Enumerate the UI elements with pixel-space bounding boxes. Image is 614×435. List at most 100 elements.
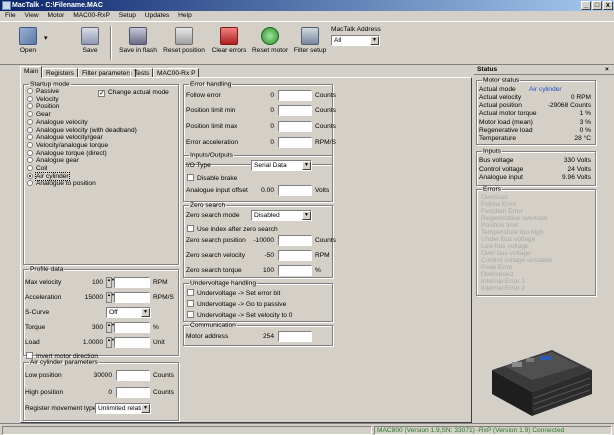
undervoltage-velocity-checkbox[interactable]: Undervoltage -> Set velocity to 0 bbox=[187, 311, 292, 321]
save-in-flash-label: Save in flash bbox=[119, 47, 157, 54]
zero-search-velocity-value[interactable]: -50 bbox=[240, 251, 274, 261]
maximize-button[interactable]: □ bbox=[592, 1, 602, 10]
status-row-label: Actual position bbox=[479, 102, 522, 110]
actual-mode-value: Air cylinder bbox=[529, 86, 562, 93]
position-limit-min-input[interactable] bbox=[278, 105, 312, 116]
input-row: Control voltage 24 Volts bbox=[479, 166, 591, 174]
acceleration-input[interactable] bbox=[114, 292, 150, 303]
connection-status: MAC800 (Version 1.9,SN: 33071) -RxP (Ver… bbox=[374, 426, 612, 435]
undervoltage-passive-checkbox[interactable]: Undervoltage -> Go to passive bbox=[187, 300, 286, 310]
menu-updates[interactable]: Updates bbox=[145, 12, 170, 19]
reset-position-button[interactable]: Reset position bbox=[161, 25, 207, 63]
max-velocity-value[interactable]: 100 bbox=[70, 278, 103, 288]
status-row: Actual motor torque 1 % bbox=[479, 110, 591, 118]
torque-label: Torque bbox=[25, 324, 46, 331]
mactalk-address-select[interactable]: All ▼ bbox=[331, 35, 380, 46]
load-stepper[interactable]: ▲▼ bbox=[106, 337, 115, 348]
max-velocity-input[interactable] bbox=[114, 277, 150, 288]
save-disk-icon bbox=[81, 27, 99, 45]
status-row-label: Regenerative load bbox=[479, 126, 533, 134]
status-row-value: 28 °C bbox=[574, 135, 591, 142]
s-curve-select[interactable]: Off ▼ bbox=[106, 307, 151, 318]
motor-address-input[interactable] bbox=[278, 331, 312, 342]
use-index-checkbox[interactable]: Use index after zero search bbox=[187, 225, 278, 235]
close-icon[interactable]: × bbox=[605, 65, 609, 75]
load-label: Load bbox=[25, 339, 40, 346]
radio-icon bbox=[27, 141, 33, 148]
clear-errors-button[interactable]: Clear errors bbox=[209, 25, 249, 63]
zero-search-position-input[interactable] bbox=[278, 235, 312, 246]
io-type-value: Serial Data bbox=[254, 162, 287, 169]
startup-mode-label: Position bbox=[36, 103, 60, 111]
high-position-value[interactable]: 0 bbox=[70, 388, 112, 398]
zero-search-velocity-input[interactable] bbox=[278, 250, 312, 261]
menu-file[interactable]: File bbox=[5, 12, 16, 19]
position-limit-max-input[interactable] bbox=[278, 121, 312, 132]
reset-motor-button[interactable]: Reset motor bbox=[250, 25, 290, 63]
follow-error-unit: Counts bbox=[315, 92, 336, 99]
undervoltage-passive-label: Undervoltage -> Go to passive bbox=[197, 301, 287, 308]
chevron-down-icon: ▼ bbox=[141, 308, 150, 317]
startup-mode-label: Coil bbox=[36, 165, 48, 172]
menu-help[interactable]: Help bbox=[178, 12, 192, 19]
torque-input[interactable] bbox=[114, 322, 150, 333]
filter-setup-button[interactable]: Filter setup bbox=[292, 25, 328, 63]
zero-search-position-value[interactable]: -10000 bbox=[240, 236, 274, 246]
menu-setup[interactable]: Setup bbox=[119, 12, 136, 19]
position-limit-max-unit: Counts bbox=[315, 123, 336, 130]
close-button[interactable]: x bbox=[603, 1, 613, 10]
load-input[interactable] bbox=[114, 337, 150, 348]
high-position-input[interactable] bbox=[116, 387, 150, 398]
low-position-input[interactable] bbox=[116, 370, 150, 381]
load-value[interactable]: 1.0000 bbox=[70, 338, 103, 348]
acceleration-value[interactable]: 15000 bbox=[70, 293, 103, 303]
startup-mode-option[interactable]: Analogue to position bbox=[27, 180, 96, 188]
air-cylinder-title: Air cylinder parameters bbox=[30, 359, 98, 366]
menu-motor[interactable]: Motor bbox=[48, 12, 65, 19]
torque-value[interactable]: 300 bbox=[70, 323, 103, 333]
analogue-input-offset-value[interactable]: 0.00 bbox=[240, 186, 274, 196]
zero-search-torque-input[interactable] bbox=[278, 265, 312, 276]
motor-address-value[interactable]: 254 bbox=[240, 332, 274, 342]
open-dropdown-icon[interactable]: ▾ bbox=[44, 34, 48, 42]
low-position-value[interactable]: 30000 bbox=[70, 371, 112, 381]
startup-mode-title: Startup mode bbox=[30, 81, 70, 88]
position-limit-max-value[interactable]: 0 bbox=[240, 122, 274, 132]
input-row: Bus voltage 330 Volts bbox=[479, 157, 591, 165]
max-velocity-stepper[interactable]: ▲▼ bbox=[106, 277, 115, 288]
save-button[interactable]: Save bbox=[78, 25, 102, 63]
zero-search-mode-value: Disabled bbox=[254, 212, 280, 219]
status-row-label: Actual motor torque bbox=[479, 110, 537, 118]
status-row-label: Motor load (mean) bbox=[479, 118, 533, 126]
register-movement-type-select[interactable]: Unlimited relative ▼ bbox=[95, 403, 151, 414]
follow-error-value[interactable]: 0 bbox=[240, 91, 274, 101]
zero-search-torque-value[interactable]: 100 bbox=[240, 266, 274, 276]
zero-search-mode-select[interactable]: Disabled ▼ bbox=[251, 210, 312, 221]
s-curve-label: S-Curve bbox=[25, 309, 50, 316]
minimize-button[interactable]: _ bbox=[581, 1, 591, 10]
open-button[interactable]: Open bbox=[14, 25, 42, 63]
disable-brake-checkbox[interactable]: Disable brake bbox=[187, 174, 237, 184]
toolbar: Open ▾ Save Save in flash Reset position… bbox=[0, 21, 614, 65]
acceleration-stepper[interactable]: ▲▼ bbox=[106, 292, 115, 303]
analogue-input-offset-input[interactable] bbox=[278, 185, 312, 196]
error-indicator: Follow Error bbox=[481, 201, 517, 208]
error-indicator: Low bus voltage bbox=[481, 243, 529, 250]
io-type-select[interactable]: Serial Data ▼ bbox=[251, 160, 312, 171]
undervoltage-error-bit-checkbox[interactable]: Undervoltage -> Set error bit bbox=[187, 289, 280, 299]
change-actual-mode-checkbox[interactable]: ✓ Change actual mode bbox=[98, 88, 169, 98]
error-acceleration-input[interactable] bbox=[278, 137, 312, 148]
follow-error-input[interactable] bbox=[278, 90, 312, 101]
position-limit-min-value[interactable]: 0 bbox=[240, 106, 274, 116]
error-acceleration-value[interactable]: 0 bbox=[240, 138, 274, 148]
status-panel: Status × Motor status Actual mode Air cy… bbox=[474, 65, 614, 423]
save-in-flash-button[interactable]: Save in flash bbox=[116, 25, 160, 63]
torque-stepper[interactable]: ▲▼ bbox=[106, 322, 115, 333]
startup-mode-label: Analogue to position bbox=[36, 180, 96, 188]
menu-mac00-rxp[interactable]: MAC00-RxP bbox=[73, 12, 110, 19]
menu-view[interactable]: View bbox=[24, 12, 38, 19]
zero-search-mode-label: Zero search mode bbox=[186, 212, 240, 219]
position-limit-min-unit: Counts bbox=[315, 107, 336, 114]
tab-main[interactable]: Main bbox=[20, 66, 43, 78]
mactalk-address-value: All bbox=[334, 37, 342, 44]
